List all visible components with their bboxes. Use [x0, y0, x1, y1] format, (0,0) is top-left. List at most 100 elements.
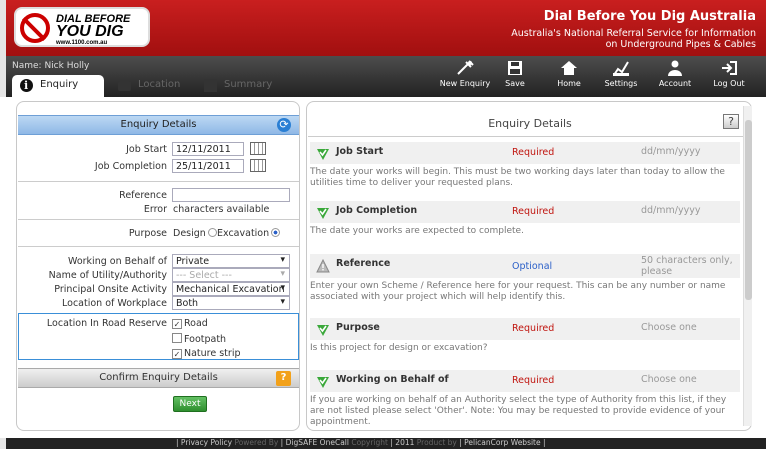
new-enquiry-label: New Enquiry	[439, 79, 491, 88]
details-help-panel: Enquiry Details ? Job Start Required dd/…	[306, 101, 752, 431]
logout-icon	[722, 61, 737, 75]
pelicancorp-link[interactable]: PelicanCorp	[464, 438, 508, 447]
logout-button[interactable]: Log Out	[702, 60, 756, 88]
error-text: characters available	[173, 204, 270, 215]
home-button[interactable]: Home	[542, 60, 596, 88]
product-by-text: Product by	[416, 438, 457, 447]
road-checkbox-label: Road	[184, 318, 208, 329]
detail-status: Required	[512, 147, 555, 158]
new-enquiry-button[interactable]: New Enquiry	[438, 60, 492, 88]
reference-label: Reference	[119, 190, 167, 201]
job-completion-input[interactable]: 25/11/2011	[172, 159, 244, 173]
tab-enquiry[interactable]: Enquiry	[12, 75, 104, 97]
website-link[interactable]: Website	[511, 438, 541, 447]
purpose-design-radio[interactable]	[207, 228, 217, 237]
app-header: DIAL BEFORE YOU DIG www.1100.com.au Dial…	[0, 0, 766, 56]
help-icon[interactable]: ?	[723, 114, 739, 129]
divider	[18, 181, 299, 182]
brand-subtitle: Australia's National Referral Service fo…	[376, 28, 756, 50]
save-icon	[508, 61, 522, 75]
form-title: Enquiry Details	[120, 119, 197, 130]
detail-description: If you are working on behalf of an Autho…	[310, 395, 727, 427]
detail-hint: dd/mm/yyyy	[641, 205, 701, 216]
utility-label: Name of Utility/Authority	[48, 270, 167, 281]
footpath-checkbox-label: Footpath	[184, 334, 227, 345]
confirm-title: Confirm Enquiry Details	[99, 372, 218, 383]
detail-name: Working on Behalf of	[336, 374, 449, 385]
enquiry-form-panel: Enquiry Details ⟳ Job Start 12/11/2011 Jo…	[16, 101, 300, 431]
workplace-select[interactable]: Both	[172, 296, 290, 310]
purpose-design-label: Design	[173, 228, 206, 239]
detail-status: Required	[512, 206, 555, 217]
home-label: Home	[557, 79, 581, 88]
detail-status: Required	[512, 323, 555, 334]
copyright-text: Copyright	[351, 438, 388, 447]
account-label: Account	[658, 79, 692, 88]
calendar-icon[interactable]	[250, 142, 266, 155]
confirm-header: Confirm Enquiry Details?	[18, 368, 299, 388]
warning-icon	[316, 259, 330, 273]
privacy-policy-link[interactable]: Privacy Policy	[181, 438, 232, 447]
reference-input[interactable]	[172, 188, 290, 202]
job-completion-label: Job Completion	[94, 161, 167, 172]
save-button[interactable]: Save	[488, 60, 542, 88]
detail-name: Job Start	[336, 146, 384, 157]
new-enquiry-icon	[457, 60, 474, 75]
footpath-checkbox[interactable]	[172, 333, 182, 343]
tab-summary[interactable]: Summary	[196, 75, 276, 97]
account-icon	[668, 60, 682, 76]
detail-status: Required	[512, 375, 555, 386]
next-button[interactable]: Next	[173, 396, 207, 412]
details-title: Enquiry Details	[488, 117, 572, 130]
account-button[interactable]: Account	[648, 60, 702, 88]
info-icon	[20, 79, 33, 92]
copyright-year: 2011	[395, 438, 415, 447]
no-dig-sign-icon	[20, 13, 50, 43]
digsafe-link[interactable]: DigSAFE OneCall	[286, 438, 349, 447]
tab-enquiry-label: Enquiry	[40, 79, 79, 90]
detail-status: Optional	[512, 261, 553, 272]
brand-title: Dial Before You Dig Australia	[543, 9, 756, 24]
tab-location-label: Location	[138, 79, 181, 90]
purpose-excavation-radio[interactable]	[271, 228, 281, 237]
save-label: Save	[505, 79, 525, 88]
form-header: Enquiry Details ⟳	[18, 115, 299, 135]
footpath-checkbox-option[interactable]: Footpath	[172, 333, 226, 345]
detail-description: Is this project for design or excavation…	[310, 343, 488, 353]
activity-select[interactable]: Mechanical Excavation	[172, 282, 290, 296]
help-icon[interactable]: ?	[276, 371, 291, 386]
nature-strip-checkbox-option[interactable]: ✓ Nature strip	[172, 348, 241, 359]
behalf-label: Working on Behalf of	[68, 256, 167, 267]
purpose-label: Purpose	[128, 228, 167, 239]
divider	[18, 219, 299, 220]
behalf-select[interactable]: Private	[172, 254, 290, 268]
home-icon	[561, 61, 577, 75]
check-shield-icon	[317, 325, 329, 336]
utility-select[interactable]: --- Select ---	[172, 268, 290, 282]
settings-icon	[613, 61, 629, 76]
details-scrollbar[interactable]	[743, 106, 752, 426]
settings-label: Settings	[604, 79, 638, 88]
check-shield-icon	[317, 377, 329, 388]
purpose-excavation-label: Excavation	[217, 228, 270, 239]
road-checkbox[interactable]: ✓	[172, 319, 182, 329]
refresh-icon[interactable]: ⟳	[277, 118, 291, 132]
nature-strip-checkbox[interactable]: ✓	[172, 349, 182, 359]
detail-name: Reference	[336, 258, 391, 269]
detail-name: Job Completion	[336, 205, 418, 216]
road-checkbox-option[interactable]: ✓ Road	[172, 318, 208, 329]
detail-description: The date your works are expected to comp…	[310, 226, 524, 236]
scrollbar-thumb[interactable]	[745, 120, 752, 300]
tab-location[interactable]: Location	[110, 75, 190, 97]
brand-subtitle-line2: on Underground Pipes & Cables	[605, 39, 756, 50]
job-start-input[interactable]: 12/11/2011	[172, 142, 244, 156]
activity-label: Principal Onsite Activity	[54, 284, 167, 295]
tab-summary-label: Summary	[224, 79, 273, 90]
settings-button[interactable]: Settings	[594, 60, 648, 88]
error-label: Error	[143, 204, 167, 215]
purpose-design-option[interactable]: Design	[173, 228, 217, 239]
purpose-excavation-option[interactable]: Excavation	[217, 228, 281, 239]
dbyd-logo: DIAL BEFORE YOU DIG www.1100.com.au	[14, 7, 150, 47]
calendar-icon[interactable]	[250, 159, 266, 172]
divider	[18, 246, 299, 247]
